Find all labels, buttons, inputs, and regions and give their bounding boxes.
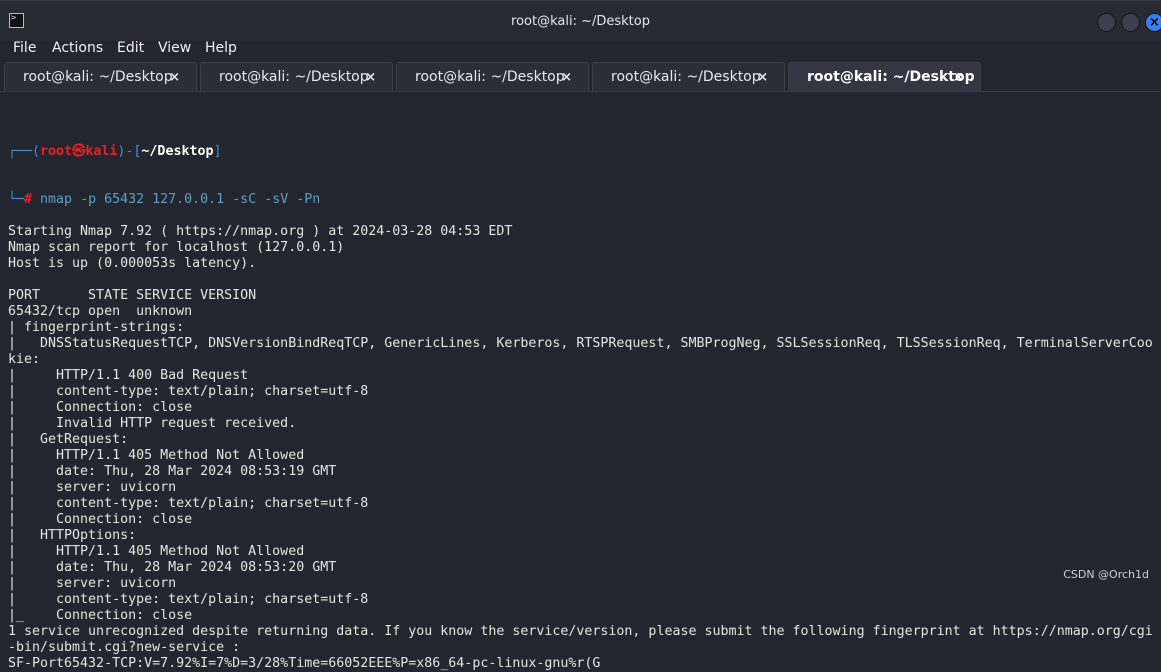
tab-active[interactable]: root@kali: ~/Desktop ×	[788, 62, 981, 91]
output-line: | date: Thu, 28 Mar 2024 08:53:19 GMT	[8, 464, 337, 479]
menu-actions[interactable]: Actions	[52, 40, 103, 56]
output-line: kie:	[8, 352, 41, 367]
tab-label: root@kali: ~/Desktop	[415, 69, 565, 85]
output-line: | HTTPOptions:	[8, 528, 137, 543]
output-line: | content-type: text/plain; charset=utf-…	[8, 592, 369, 607]
output-line: | HTTP/1.1 405 Method Not Allowed	[8, 448, 305, 463]
title-bar: > root@kali: ~/Desktop ×	[0, 0, 1161, 41]
output-line: 1 service unrecognized despite returning…	[8, 624, 1153, 639]
output-line: | Connection: close	[8, 512, 193, 527]
tab-close-icon[interactable]: ×	[757, 63, 768, 92]
menu-view[interactable]: View	[158, 40, 191, 56]
output-line: | fingerprint-strings:	[8, 320, 185, 335]
output-line: | HTTP/1.1 400 Bad Request	[8, 368, 249, 383]
tab[interactable]: root@kali: ~/Desktop ×	[200, 62, 393, 91]
output-line: | DNSStatusRequestTCP, DNSVersionBindReq…	[8, 336, 1153, 351]
watermark: CSDN @Orch1d	[1063, 568, 1149, 581]
menu-bar: File Actions Edit View Help	[0, 38, 1161, 60]
output-line: | Connection: close	[8, 400, 193, 415]
output-line: 65432/tcp open unknown	[8, 304, 193, 319]
minimize-button[interactable]	[1097, 13, 1116, 32]
output-line: | GetRequest:	[8, 432, 129, 447]
tab-close-icon[interactable]: ×	[953, 63, 964, 92]
close-button[interactable]: ×	[1145, 13, 1161, 32]
output-line: | Invalid HTTP request received.	[8, 416, 297, 431]
maximize-button[interactable]	[1121, 13, 1140, 32]
output-line: Host is up (0.000053s latency).	[8, 256, 257, 271]
output-line: | server: uvicorn	[8, 480, 177, 495]
terminal-output[interactable]: ┌──(root㉿kali)-[~/Desktop] └─# nmap -p 6…	[8, 112, 1153, 672]
output-line: | content-type: text/plain; charset=utf-…	[8, 496, 369, 511]
output-line: SF-Port65432-TCP:V=7.92%I=7%D=3/28%Time=…	[8, 656, 601, 671]
output-line: | content-type: text/plain; charset=utf-…	[8, 384, 369, 399]
output-line: -bin/submit.cgi?new-service :	[8, 640, 241, 655]
tab[interactable]: root@kali: ~/Desktop ×	[592, 62, 785, 91]
output-line: PORT STATE SERVICE VERSION	[8, 288, 257, 303]
tab-label: root@kali: ~/Desktop	[23, 69, 173, 85]
menu-file[interactable]: File	[13, 40, 36, 56]
prompt-line-2: └─# nmap -p 65432 127.0.0.1 -sC -sV -Pn	[8, 192, 321, 207]
output-line: | server: uvicorn	[8, 576, 177, 591]
output-line: |_ Connection: close	[8, 608, 193, 623]
tab-close-icon[interactable]: ×	[561, 63, 572, 92]
tab-close-icon[interactable]: ×	[169, 63, 180, 92]
tab-bar: root@kali: ~/Desktop × root@kali: ~/Deskt…	[0, 60, 1161, 92]
menu-edit[interactable]: Edit	[117, 40, 144, 56]
tab-label: root@kali: ~/Desktop	[611, 69, 761, 85]
tab[interactable]: root@kali: ~/Desktop ×	[396, 62, 589, 91]
prompt-line-1: ┌──(root㉿kali)-[~/Desktop]	[8, 144, 222, 159]
output-line: | HTTP/1.1 405 Method Not Allowed	[8, 544, 305, 559]
output-line: | date: Thu, 28 Mar 2024 08:53:20 GMT	[8, 560, 337, 575]
output-line: Nmap scan report for localhost (127.0.0.…	[8, 240, 345, 255]
tab-label: root@kali: ~/Desktop	[807, 69, 975, 85]
output-line: Starting Nmap 7.92 ( https://nmap.org ) …	[8, 224, 513, 239]
tab-label: root@kali: ~/Desktop	[219, 69, 369, 85]
menu-help[interactable]: Help	[205, 40, 237, 56]
window-title: root@kali: ~/Desktop	[511, 14, 650, 29]
tab[interactable]: root@kali: ~/Desktop ×	[4, 62, 197, 91]
tab-close-icon[interactable]: ×	[365, 63, 376, 92]
